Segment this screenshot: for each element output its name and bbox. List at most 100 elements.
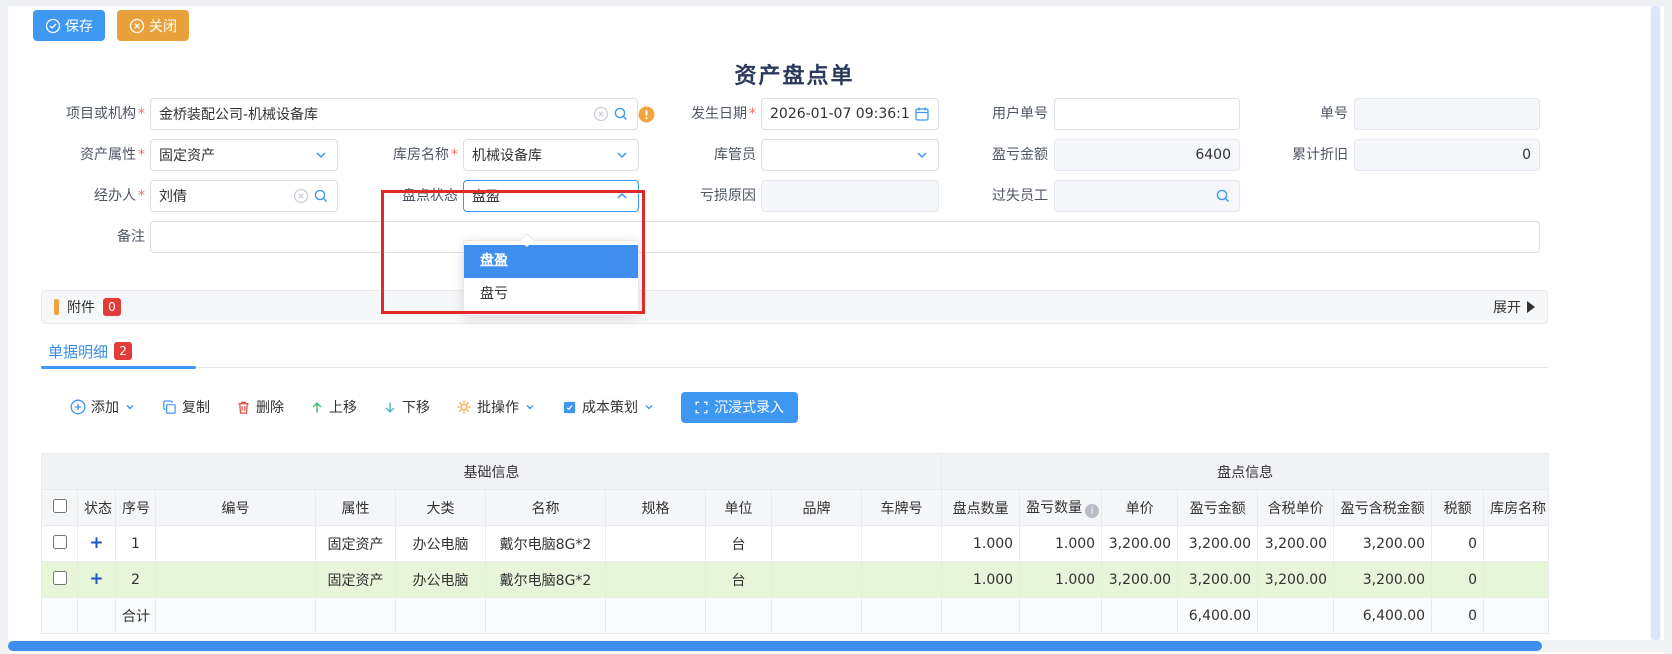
cell-price: 3,200.00 bbox=[1102, 562, 1178, 598]
operator-value: 刘倩 bbox=[159, 186, 289, 206]
calendar-icon[interactable] bbox=[914, 106, 930, 122]
horizontal-scrollbar-track[interactable] bbox=[0, 640, 1672, 652]
save-button-label: 保存 bbox=[65, 16, 93, 36]
warehouse-select[interactable]: 机械设备库 bbox=[463, 139, 639, 171]
total-empty-cell bbox=[78, 598, 116, 634]
close-button[interactable]: 关闭 bbox=[117, 10, 189, 41]
vertical-scrollbar-thumb[interactable] bbox=[1651, 6, 1660, 640]
cost-plan-button[interactable]: 成本策划 bbox=[562, 397, 655, 417]
clear-icon[interactable] bbox=[293, 188, 309, 204]
cell-pl-tax-amount: 3,200.00 bbox=[1334, 526, 1432, 562]
warehouse-value: 机械设备库 bbox=[472, 145, 610, 165]
cell-attr: 固定资产 bbox=[316, 562, 396, 598]
select-all-checkbox[interactable] bbox=[53, 499, 67, 513]
loss-reason-label: 亏损原因 bbox=[668, 180, 756, 212]
row-select-cell bbox=[42, 526, 78, 562]
project-value: 金桥装配公司-机械设备库 bbox=[159, 104, 589, 124]
cell-seq: 1 bbox=[116, 526, 156, 562]
col-warehouse: 库房名称 bbox=[1484, 490, 1549, 526]
cell-brand bbox=[772, 562, 862, 598]
dropdown-option-surplus[interactable]: 盘盈 bbox=[464, 245, 638, 278]
total-empty-cell bbox=[1020, 598, 1102, 634]
fullscreen-corners-icon bbox=[695, 401, 708, 414]
row-checkbox[interactable] bbox=[53, 571, 67, 585]
gear-icon bbox=[456, 399, 472, 415]
cell-qty: 1.000 bbox=[942, 526, 1020, 562]
group-header-row: 基础信息 盘点信息 bbox=[42, 454, 1549, 490]
search-icon[interactable] bbox=[313, 188, 329, 204]
group-inventory-info: 盘点信息 bbox=[942, 454, 1549, 490]
expand-label: 展开 bbox=[1493, 297, 1521, 317]
total-empty-cell bbox=[156, 598, 316, 634]
pl-amount-input: 6400 bbox=[1054, 139, 1240, 171]
cell-plate bbox=[862, 562, 942, 598]
status-label: 盘点状态 bbox=[370, 180, 458, 212]
add-button[interactable]: 添加 bbox=[70, 397, 136, 417]
project-input[interactable]: 金桥装配公司-机械设备库 bbox=[150, 98, 638, 130]
triangle-right-icon bbox=[1527, 301, 1535, 313]
keeper-label: 库管员 bbox=[668, 139, 756, 171]
table-row[interactable]: + 1 固定资产 办公电脑 戴尔电脑8G*2 台 1.000 1.000 3,2… bbox=[42, 526, 1549, 562]
keeper-select[interactable] bbox=[761, 139, 939, 171]
section-marker-bar bbox=[54, 299, 59, 315]
row-checkbox[interactable] bbox=[53, 535, 67, 549]
copy-button[interactable]: 复制 bbox=[162, 397, 210, 417]
content-card: 保存 关闭 资产盘点单 项目或机构 金桥装配公司-机械设备库 发生日期 2026… bbox=[8, 6, 1664, 654]
operator-label: 经办人 bbox=[23, 180, 145, 212]
plus-status-icon[interactable]: + bbox=[89, 533, 103, 553]
col-attr: 属性 bbox=[316, 490, 396, 526]
remark-input[interactable] bbox=[150, 221, 1540, 253]
row-status-cell: + bbox=[78, 562, 116, 598]
group-basic-info: 基础信息 bbox=[42, 454, 942, 490]
col-pl-qty-label: 盈亏数量 bbox=[1026, 500, 1082, 516]
save-button[interactable]: 保存 bbox=[33, 10, 105, 41]
horizontal-scrollbar-thumb[interactable] bbox=[8, 641, 1542, 651]
col-code: 编号 bbox=[156, 490, 316, 526]
pl-amount-label: 盈亏金额 bbox=[940, 139, 1048, 171]
date-input[interactable]: 2026-01-07 09:36:16 bbox=[761, 98, 939, 130]
search-icon[interactable] bbox=[1215, 188, 1231, 204]
total-empty-cell bbox=[1484, 598, 1549, 634]
fault-emp-label: 过失员工 bbox=[940, 180, 1048, 212]
cell-category: 办公电脑 bbox=[396, 562, 486, 598]
check-circle-icon bbox=[45, 18, 61, 34]
tab-detail[interactable]: 单据明细 2 bbox=[48, 336, 132, 366]
info-icon[interactable]: i bbox=[1085, 504, 1099, 518]
vertical-scrollbar-track[interactable] bbox=[1650, 6, 1661, 640]
search-icon[interactable] bbox=[613, 106, 629, 122]
row-select-cell bbox=[42, 562, 78, 598]
dropdown-option-deficit[interactable]: 盘亏 bbox=[464, 278, 638, 311]
user-no-input[interactable] bbox=[1054, 98, 1240, 130]
total-row: 合计 6,400.00 6,400.00 0 bbox=[42, 598, 1549, 634]
col-pl-tax-amount: 盈亏含税金额 bbox=[1334, 490, 1432, 526]
cell-tax-price: 3,200.00 bbox=[1258, 526, 1334, 562]
cell-pl-qty: 1.000 bbox=[1020, 562, 1102, 598]
row-status-cell: + bbox=[78, 526, 116, 562]
plus-status-icon[interactable]: + bbox=[89, 569, 103, 589]
immersive-entry-button[interactable]: 沉浸式录入 bbox=[681, 392, 798, 423]
table-row-selected[interactable]: + 2 固定资产 办公电脑 戴尔电脑8G*2 台 1.000 1.000 3,2… bbox=[42, 562, 1549, 598]
copy-icon bbox=[162, 400, 177, 415]
cell-code bbox=[156, 562, 316, 598]
delete-button[interactable]: 删除 bbox=[236, 397, 284, 417]
fault-emp-input bbox=[1054, 180, 1240, 212]
pl-amount-value: 6400 bbox=[1195, 147, 1231, 163]
asset-attr-select[interactable]: 固定资产 bbox=[150, 139, 338, 171]
doc-no-input bbox=[1354, 98, 1540, 130]
cell-brand bbox=[772, 526, 862, 562]
cell-name: 戴尔电脑8G*2 bbox=[486, 562, 606, 598]
attachment-bar[interactable]: 附件 0 展开 bbox=[41, 290, 1548, 324]
cell-pl-qty: 1.000 bbox=[1020, 526, 1102, 562]
move-up-button[interactable]: 上移 bbox=[310, 397, 357, 417]
batch-ops-button[interactable]: 批操作 bbox=[456, 397, 536, 417]
plus-circle-icon bbox=[70, 399, 86, 415]
status-select[interactable]: 盘盈 bbox=[463, 180, 639, 212]
expand-toggle[interactable]: 展开 bbox=[1493, 297, 1535, 317]
operator-input[interactable]: 刘倩 bbox=[150, 180, 338, 212]
cell-tax: 0 bbox=[1432, 526, 1484, 562]
clear-icon[interactable] bbox=[593, 106, 609, 122]
cost-plan-icon bbox=[562, 400, 577, 415]
tab-detail-count-badge: 2 bbox=[114, 342, 132, 360]
cell-pl-tax-amount: 3,200.00 bbox=[1334, 562, 1432, 598]
move-down-button[interactable]: 下移 bbox=[383, 397, 430, 417]
